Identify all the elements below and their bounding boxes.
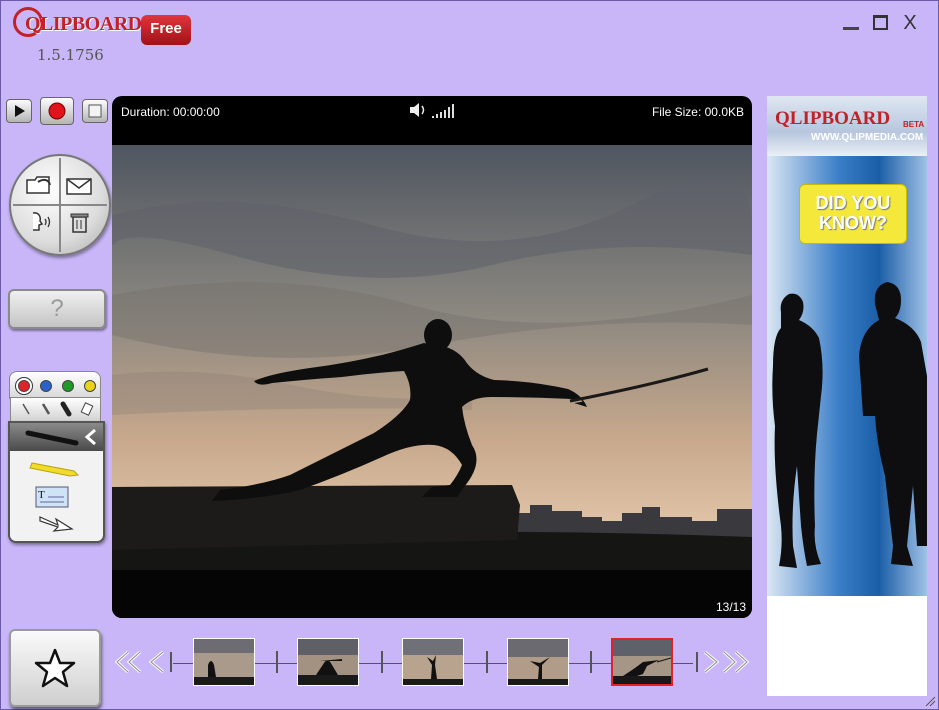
last-button[interactable]: [721, 649, 751, 675]
email-button[interactable]: [63, 172, 95, 200]
filmstrip: [113, 635, 753, 693]
color-yellow[interactable]: [84, 380, 96, 392]
thumbnail-image: [508, 639, 568, 685]
record-controls: [6, 97, 108, 125]
star-icon: [34, 648, 76, 688]
filmstrip-separator: [276, 651, 278, 673]
ad-url: WWW.QLIPMEDIA.COM: [811, 132, 924, 143]
delete-button[interactable]: [63, 208, 95, 236]
stroke-widths: [10, 397, 101, 423]
pad-divider: [13, 204, 107, 206]
thumbnail-image: [403, 639, 463, 685]
file-size-label: File Size: 00.0KB: [651, 105, 744, 119]
thumbnail-image: [194, 639, 254, 685]
pen-tool[interactable]: [22, 425, 82, 449]
ad-beta-label: BETA: [903, 120, 925, 129]
thumbnail-image: [298, 639, 358, 685]
advertisement-panel[interactable]: QLIPBOARD BETA WWW.QLIPMEDIA.COM DID YOU…: [767, 96, 927, 696]
width-4[interactable]: [80, 402, 94, 416]
drawing-tools: T: [7, 369, 105, 543]
favorite-button[interactable]: [9, 629, 101, 707]
collapse-chevron-icon[interactable]: [82, 427, 100, 447]
speech-bubble: DID YOU KNOW?: [799, 184, 907, 244]
help-button[interactable]: ?: [8, 289, 106, 329]
svg-text:T: T: [38, 489, 45, 501]
people-silhouettes: [772, 282, 927, 568]
chevron-left-icon: [148, 650, 172, 674]
filmstrip-separator: [590, 651, 592, 673]
screenshot-preview: [112, 145, 752, 618]
app-window: QLIPBOARD Free 1.5.1756 X ? T Duration: …: [0, 0, 939, 710]
color-red[interactable]: [18, 380, 30, 392]
thumbnail-5-selected[interactable]: [611, 638, 673, 686]
maximize-button[interactable]: [868, 11, 890, 35]
double-chevron-right-icon: [722, 650, 750, 674]
frame-counter: 13/13: [715, 600, 746, 614]
chevron-right-icon: [696, 650, 720, 674]
maximize-icon: [873, 15, 888, 30]
highlighter-tool[interactable]: [28, 457, 84, 479]
color-green[interactable]: [62, 380, 74, 392]
record-icon: [48, 102, 66, 120]
thumbnail-image: [613, 640, 671, 684]
duration-label: Duration: 00:00:00: [121, 105, 220, 119]
minimize-icon: [843, 27, 859, 30]
tool-panel-header: [10, 423, 103, 451]
previous-button[interactable]: [145, 649, 175, 675]
record-button[interactable]: [40, 97, 74, 125]
width-3[interactable]: [60, 401, 72, 417]
logo-text: QLIPBOARD: [25, 13, 142, 35]
open-folder-button[interactable]: [23, 170, 55, 198]
text-tool[interactable]: T: [32, 483, 74, 509]
width-1[interactable]: [22, 403, 30, 415]
free-badge: Free: [141, 15, 191, 45]
stop-button[interactable]: [82, 99, 108, 123]
close-button[interactable]: X: [899, 11, 921, 35]
tool-panel: T: [8, 421, 105, 543]
arrow-tool[interactable]: [36, 511, 76, 535]
trash-icon: [70, 213, 89, 233]
action-pad: [9, 154, 111, 256]
play-button[interactable]: [6, 99, 32, 123]
ad-header: QLIPBOARD BETA WWW.QLIPMEDIA.COM: [767, 96, 927, 156]
color-blue[interactable]: [40, 380, 52, 392]
filmstrip-separator: [381, 651, 383, 673]
play-icon: [15, 105, 25, 117]
filmstrip-separator: [486, 651, 488, 673]
voice-button[interactable]: [25, 208, 57, 236]
thumbnail-3[interactable]: [402, 638, 464, 686]
double-chevron-left-icon: [114, 650, 142, 674]
resize-grip-icon[interactable]: [924, 695, 936, 707]
thumbnail-1[interactable]: [193, 638, 255, 686]
minimize-button[interactable]: [839, 11, 861, 35]
speaking-head-icon: [32, 212, 51, 231]
width-2[interactable]: [41, 403, 51, 415]
color-palette: [9, 371, 101, 399]
volume-icon[interactable]: [408, 99, 460, 121]
bubble-line-1: DID YOU: [815, 193, 891, 213]
bubble-line-2: KNOW?: [819, 213, 887, 233]
first-button[interactable]: [113, 649, 143, 675]
ad-logo: QLIPBOARD: [775, 108, 891, 129]
media-player: Duration: 00:00:00 File Size: 00.0KB 13/…: [112, 96, 752, 618]
next-button[interactable]: [693, 649, 723, 675]
thumbnail-2[interactable]: [297, 638, 359, 686]
envelope-icon: [66, 178, 92, 195]
stop-icon: [88, 104, 102, 118]
folder-icon: [26, 176, 51, 194]
ad-banner: DID YOU KNOW?: [767, 156, 927, 596]
version-label: 1.5.1756: [37, 46, 104, 64]
thumbnail-4[interactable]: [507, 638, 569, 686]
